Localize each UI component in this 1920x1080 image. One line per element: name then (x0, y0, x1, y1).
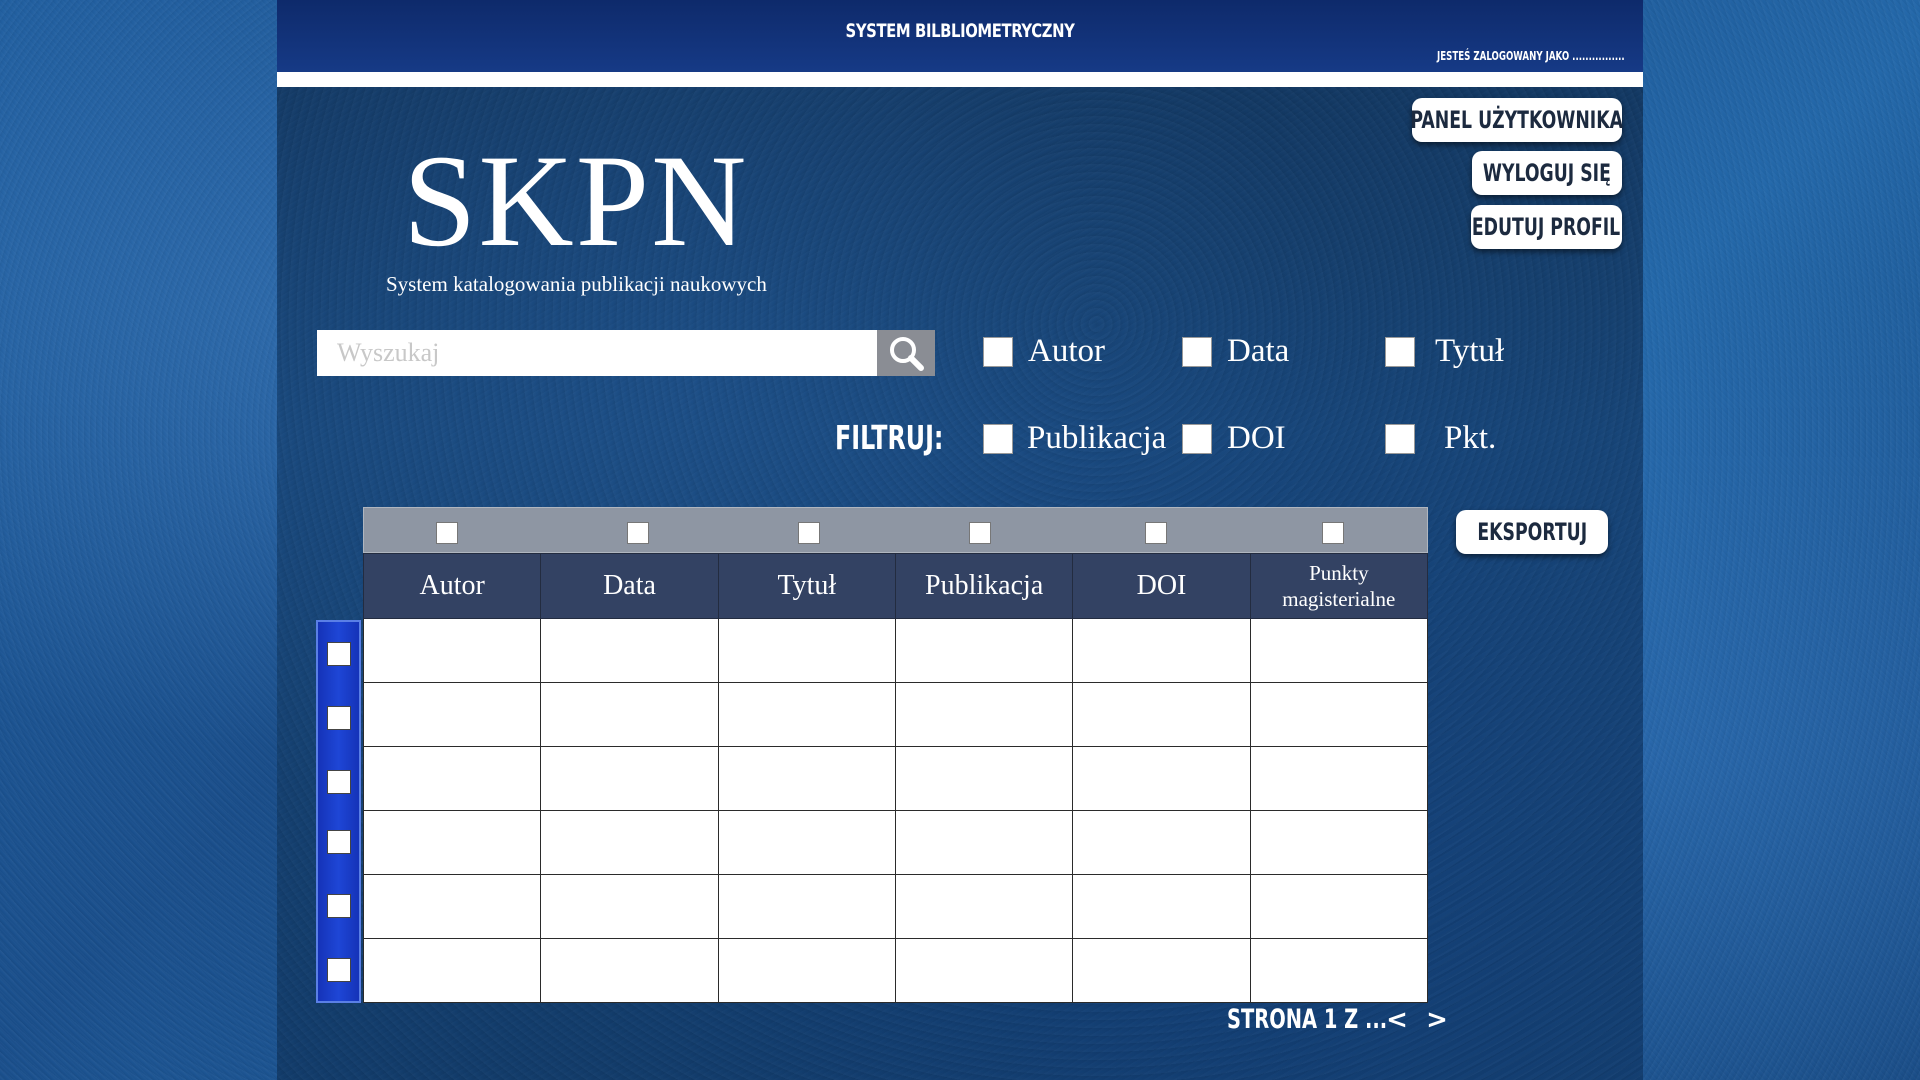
table-body (362, 618, 1429, 1003)
system-title: SYSTEM BILBLIOMETRYCZNY (845, 20, 1075, 42)
filter-checkbox-publikacja[interactable] (983, 424, 1013, 454)
table-cell (894, 938, 1074, 1003)
filter-checkbox-tytul[interactable] (1385, 337, 1415, 367)
table-cell (540, 746, 719, 811)
export-button[interactable]: EKSPORTUJ (1456, 510, 1608, 554)
table-cell (1072, 682, 1251, 747)
user-panel-label: PANEL UŻYTKOWNIKA (1410, 106, 1624, 134)
column-checkbox-doi[interactable] (1145, 522, 1167, 544)
results-table: Autor Data Tytuł Publikacja DOI Punkty m… (362, 553, 1429, 1003)
logged-in-label: JESTEŚ ZALOGOWANY JAKO ................ (1437, 49, 1625, 63)
table-cell (717, 746, 896, 811)
filter-checkbox-pkt[interactable] (1385, 424, 1415, 454)
row-checkbox-5[interactable] (327, 894, 351, 918)
table-cell (1072, 618, 1251, 683)
app-logo: SKPN (403, 127, 749, 274)
table-cell (362, 810, 542, 875)
filter-label-publikacja: Publikacja (1027, 420, 1167, 456)
filter-heading: FILTRUJ: (835, 418, 944, 457)
logout-label: WYLOGUJ SIĘ (1482, 159, 1612, 187)
column-header-punkty[interactable]: Punkty magisterialne (1249, 553, 1429, 619)
table-cell (717, 618, 896, 683)
filter-label-autor: Autor (1028, 333, 1105, 369)
table-cell (1249, 874, 1429, 939)
table-row (362, 874, 1429, 939)
table-cell (894, 874, 1074, 939)
row-checkbox-4[interactable] (327, 830, 351, 854)
column-checkbox-publikacja[interactable] (969, 522, 991, 544)
table-cell (362, 938, 542, 1003)
filter-checkbox-autor[interactable] (983, 337, 1013, 367)
table-cell (894, 618, 1074, 683)
table-row (362, 810, 1429, 875)
app-subtitle: System katalogowania publikacji naukowyc… (386, 272, 767, 296)
table-cell (717, 938, 896, 1003)
filter-label-data: Data (1227, 333, 1290, 369)
row-checkbox-2[interactable] (327, 706, 351, 730)
table-cell (894, 682, 1074, 747)
table-cell (540, 874, 719, 939)
pagination: STRONA 1 Z ... < > (1227, 1004, 1457, 1035)
table-cell (362, 874, 542, 939)
table-cell (717, 874, 896, 939)
edit-profile-label: EDUTUJ PROFIL (1472, 213, 1621, 241)
column-select-row (363, 507, 1428, 553)
filter-label-pkt: Pkt. (1444, 420, 1497, 456)
row-select-bar (316, 620, 361, 1003)
top-bar: SYSTEM BILBLIOMETRYCZNY JESTEŚ ZALOGOWAN… (277, 0, 1643, 72)
column-checkbox-tytul[interactable] (798, 522, 820, 544)
table-cell (1072, 810, 1251, 875)
table-cell (1249, 682, 1429, 747)
filter-checkbox-data[interactable] (1182, 337, 1212, 367)
column-checkbox-autor[interactable] (436, 522, 458, 544)
table-cell (717, 810, 896, 875)
column-header-tytul[interactable]: Tytuł (717, 553, 896, 619)
table-cell (362, 618, 542, 683)
column-checkbox-punkty[interactable] (1322, 522, 1344, 544)
column-header-autor[interactable]: Autor (362, 553, 542, 619)
column-header-doi[interactable]: DOI (1072, 553, 1251, 619)
header-divider (277, 72, 1643, 87)
table-cell (1249, 810, 1429, 875)
table-row (362, 618, 1429, 683)
filter-label-doi: DOI (1227, 420, 1286, 456)
table-cell (1249, 618, 1429, 683)
table-cell (717, 682, 896, 747)
search-button[interactable] (877, 330, 935, 376)
table-cell (540, 938, 719, 1003)
table-cell (894, 810, 1074, 875)
row-checkbox-1[interactable] (327, 642, 351, 666)
table-cell (540, 618, 719, 683)
filter-checkbox-doi[interactable] (1182, 424, 1212, 454)
logout-button[interactable]: WYLOGUJ SIĘ (1472, 151, 1622, 195)
table-cell (362, 682, 542, 747)
table-cell (1249, 746, 1429, 811)
table-cell (1072, 874, 1251, 939)
edit-profile-button[interactable]: EDUTUJ PROFIL (1471, 205, 1622, 249)
page-indicator: STRONA 1 Z ... (1227, 1004, 1388, 1035)
search-icon (890, 337, 924, 371)
table-cell (1072, 746, 1251, 811)
user-panel-button[interactable]: PANEL UŻYTKOWNIKA (1410, 98, 1624, 142)
table-cell (894, 746, 1074, 811)
main-panel: SYSTEM BILBLIOMETRYCZNY JESTEŚ ZALOGOWAN… (277, 0, 1643, 1080)
filter-label-tytul: Tytuł (1435, 333, 1505, 369)
column-header-publikacja[interactable]: Publikacja (894, 553, 1074, 619)
next-page-button[interactable]: > (1417, 1005, 1457, 1035)
table-row (362, 938, 1429, 1003)
table-cell (362, 746, 542, 811)
search-input[interactable] (317, 330, 877, 376)
column-checkbox-data[interactable] (627, 522, 649, 544)
table-row (362, 682, 1429, 747)
column-header-data[interactable]: Data (540, 553, 719, 619)
row-checkbox-6[interactable] (327, 958, 351, 982)
table-cell (1072, 938, 1251, 1003)
table-cell (540, 682, 719, 747)
table-header-row: Autor Data Tytuł Publikacja DOI Punkty m… (362, 553, 1429, 619)
row-checkbox-3[interactable] (327, 770, 351, 794)
export-label: EKSPORTUJ (1477, 518, 1587, 546)
table-cell (1249, 938, 1429, 1003)
table-cell (540, 810, 719, 875)
table-row (362, 746, 1429, 811)
